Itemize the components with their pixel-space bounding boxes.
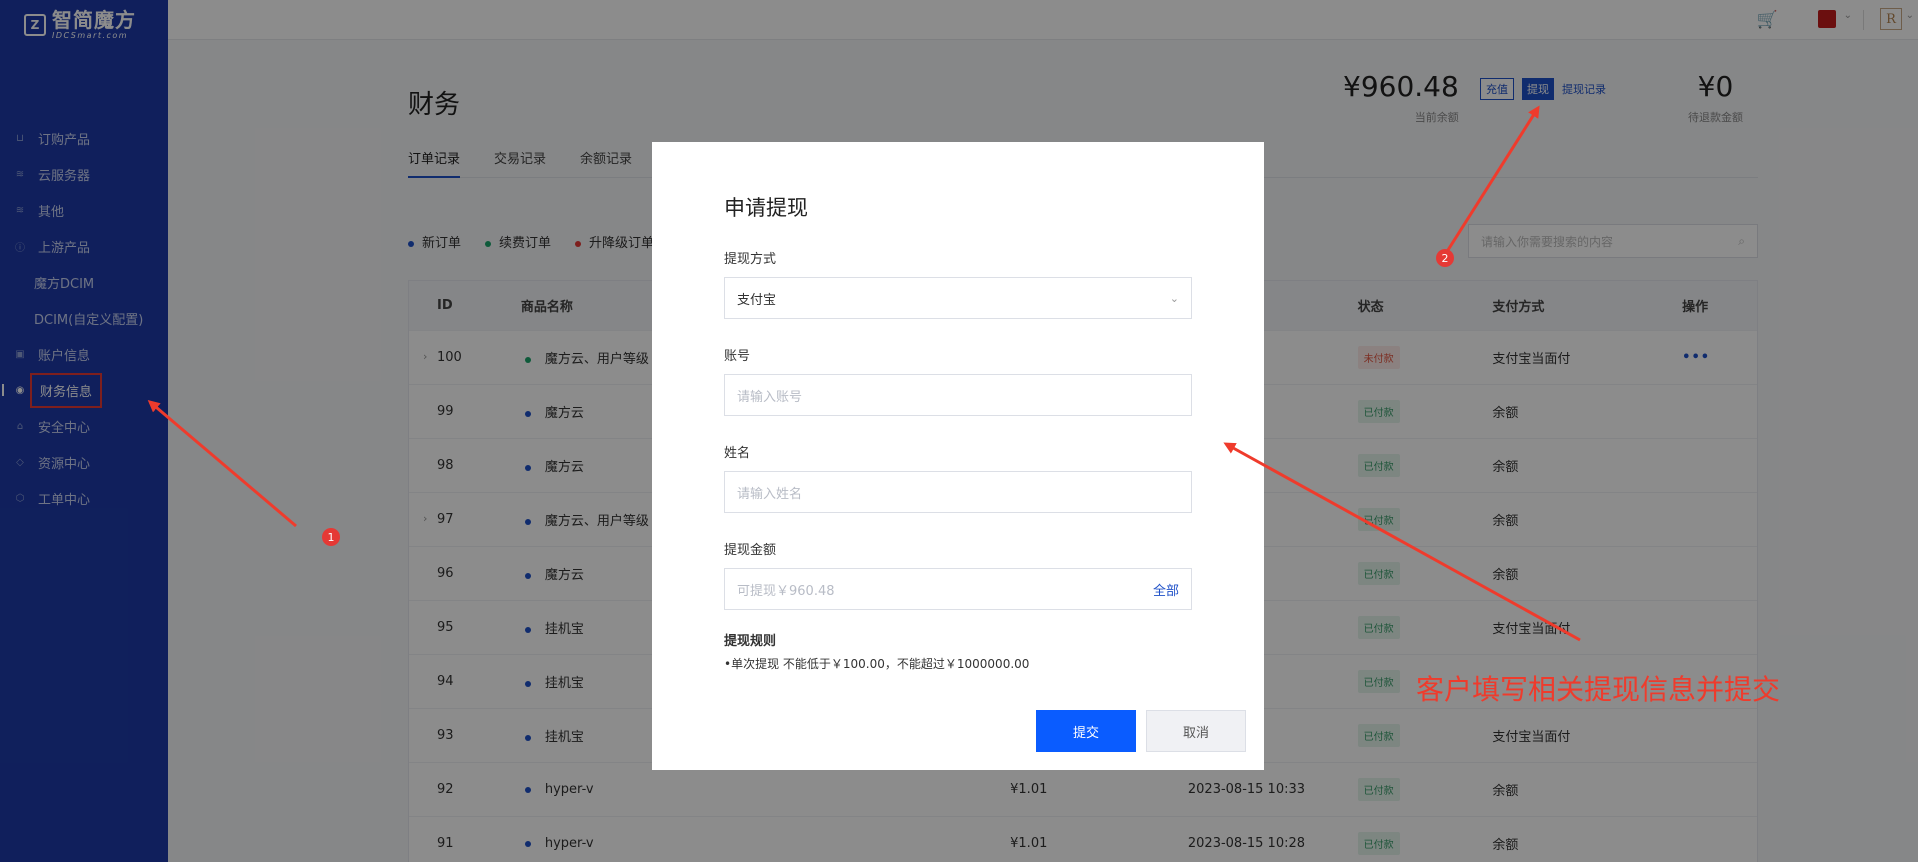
name-input[interactable]: 请输入姓名 [724,471,1192,513]
withdraw-method-select[interactable]: 支付宝 ⌄ [724,277,1192,319]
amount-label: 提现金额 [724,543,777,558]
amount-placeholder: 可提现￥960.48 [737,583,835,599]
dialog-title: 申请提现 [724,196,808,220]
account-placeholder: 请输入账号 [737,389,803,405]
cancel-button[interactable]: 取消 [1146,710,1246,752]
account-input[interactable]: 请输入账号 [724,374,1192,416]
chevron-down-icon: ⌄ [1169,291,1179,305]
name-label: 姓名 [724,446,751,461]
method-label: 提现方式 [724,252,777,267]
account-label: 账号 [724,349,751,364]
step-2-badge: 2 [1436,249,1454,267]
name-placeholder: 请输入姓名 [737,486,803,502]
submit-button[interactable]: 提交 [1036,710,1136,752]
dialog-actions: 提交 取消 [1036,710,1246,752]
withdraw-dialog: 申请提现 提现方式 支付宝 ⌄ 账号 请输入账号 姓名 请输入姓名 提现金额 可… [652,142,1264,770]
method-value: 支付宝 [737,292,777,308]
step-1-badge: 1 [322,528,340,546]
annotation-caption: 客户填写相关提现信息并提交 [1416,673,1781,706]
amount-input[interactable]: 可提现￥960.48 全部 [724,568,1192,610]
rule-title: 提现规则 [724,634,777,649]
rule-text: •单次提现 不能低于￥100.00，不能超过￥1000000.00 [724,657,1030,671]
withdraw-all-button[interactable]: 全部 [1153,580,1179,599]
